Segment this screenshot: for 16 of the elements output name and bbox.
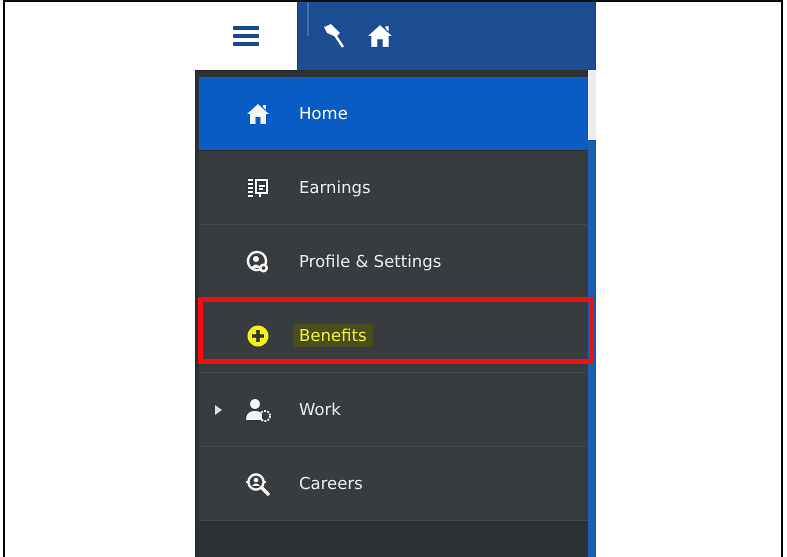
menu-item[interactable]: Home — [199, 77, 588, 151]
pin-icon[interactable] — [321, 23, 345, 49]
menu-item[interactable]: Profile & Settings — [199, 225, 588, 299]
plus-icon — [246, 324, 270, 348]
menu-item[interactable]: Work — [199, 373, 588, 447]
person-gear-icon — [245, 398, 271, 422]
menu-button[interactable] — [195, 2, 297, 70]
caret-icon[interactable] — [215, 404, 222, 414]
profile-gear-icon — [246, 250, 270, 274]
home-icon[interactable] — [367, 24, 393, 48]
home-icon — [246, 102, 270, 124]
search-person-icon — [245, 472, 271, 496]
menu-icon — [233, 26, 259, 46]
menu-item[interactable]: Careers — [199, 447, 588, 521]
menu-item[interactable]: Earnings — [199, 151, 588, 225]
document-icon — [247, 176, 269, 198]
